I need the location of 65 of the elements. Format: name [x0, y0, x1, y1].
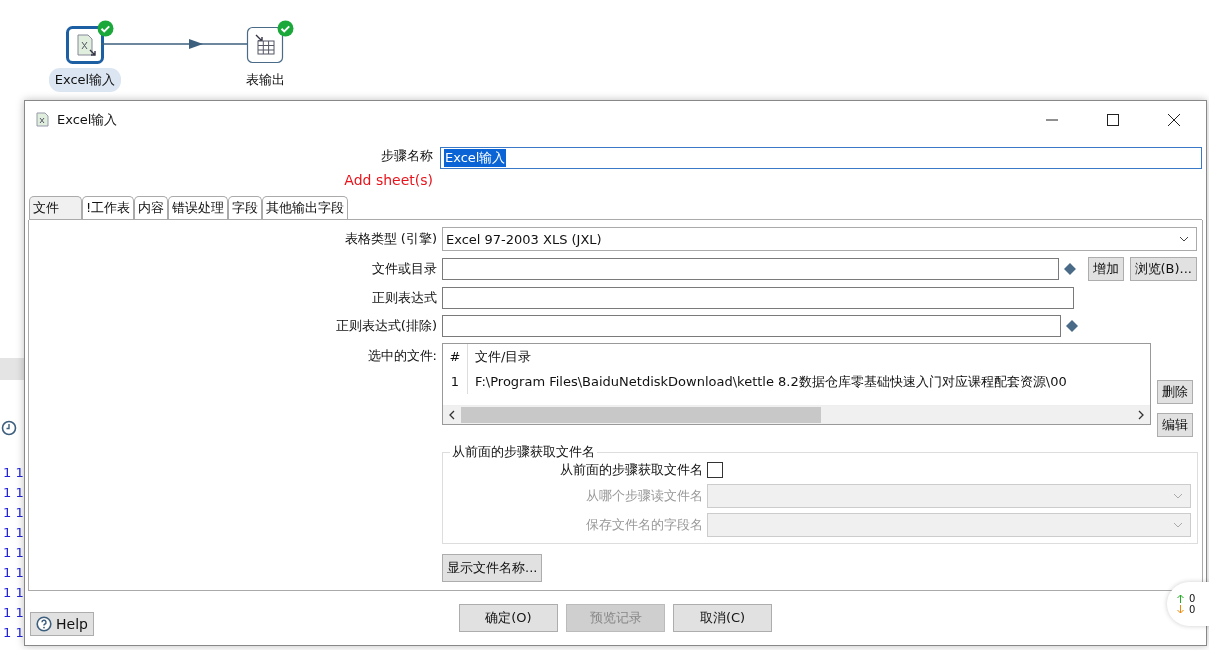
add-button[interactable]: 增加	[1087, 257, 1124, 281]
field-label: 文件或目录	[371, 260, 437, 278]
dialog-button[interactable]: 取消(C)	[673, 604, 772, 632]
speed-text: 0	[1189, 593, 1196, 604]
field-label: 保存文件名的字段名	[585, 516, 703, 534]
show-filenames-button[interactable]: 显示文件名称...	[442, 554, 543, 582]
horizontal-scrollbar[interactable]	[443, 405, 1150, 424]
log-text: 1 1	[3, 504, 24, 521]
log-text: 1 1	[3, 524, 24, 541]
group-title: 从前面的步骤获取文件名	[451, 443, 596, 461]
field-label: 正则表达式	[371, 289, 437, 307]
checkbox[interactable]	[707, 462, 723, 478]
clock-icon[interactable]	[1, 420, 17, 436]
step-label: 表输出	[244, 71, 286, 89]
variable-icon[interactable]	[1066, 320, 1078, 332]
dialog-button[interactable]: 确定(O)	[459, 604, 558, 632]
field-label: 正则表达式(排除)	[334, 317, 437, 335]
tab[interactable]: 其他输出字段	[262, 196, 349, 219]
tab[interactable]: 内容	[134, 196, 169, 219]
close-icon[interactable]	[1168, 114, 1180, 126]
down-arrow-icon	[1177, 605, 1184, 614]
variable-icon[interactable]	[1063, 263, 1076, 275]
step-label: Excel输入	[48, 68, 122, 92]
delete-button[interactable]: 删除	[1157, 380, 1193, 404]
field-label: 选中的文件:	[366, 347, 437, 365]
add-sheets-link[interactable]: Add sheet(s)	[25, 172, 433, 188]
step-node-icon[interactable]	[66, 26, 104, 64]
file-input-field[interactable]	[442, 258, 1059, 280]
up-arrow-icon	[1177, 594, 1184, 603]
panel-header	[0, 358, 24, 380]
log-text: 1 1	[3, 464, 24, 481]
table-cell[interactable]: F:\Program Files\BaiduNetdiskDownload\kettle 8.2数据仓库零基础快速入门对应课程配套资源\00	[468, 372, 1067, 391]
log-text: 1 1	[3, 604, 24, 621]
help-button[interactable]: Help	[30, 612, 94, 636]
tab[interactable]: 字段	[228, 196, 263, 219]
row-number: 1	[443, 369, 468, 394]
log-text: 1 1	[3, 584, 24, 601]
column-header[interactable]: #	[443, 344, 468, 369]
exclude-regex-field[interactable]	[442, 315, 1061, 337]
field-label: 从哪个步骤读文件名	[585, 487, 703, 505]
log-text: 1 1	[3, 544, 24, 561]
log-text: 1 1	[3, 484, 24, 501]
tab[interactable]: !工作表	[82, 196, 135, 219]
scroll-left-icon[interactable]	[449, 410, 455, 420]
maximize-icon[interactable]	[1107, 114, 1119, 126]
speed-text: 0	[1189, 604, 1196, 615]
tab[interactable]: 错误处理	[168, 196, 229, 219]
help-icon	[36, 616, 52, 632]
column-header[interactable]: 文件/目录	[468, 347, 532, 366]
step-name-field[interactable]: Excel输入	[440, 147, 1202, 169]
window-title: Excel输入	[57, 111, 118, 129]
excel-file-icon	[35, 112, 51, 128]
edit-button[interactable]: 编辑	[1157, 413, 1193, 437]
step-node-icon[interactable]	[246, 26, 284, 64]
chevron-down-icon[interactable]	[1179, 236, 1189, 242]
tab[interactable]: 文件	[29, 196, 82, 219]
field-label: 表格类型 (引擎)	[343, 230, 437, 248]
regex-field[interactable]	[442, 287, 1074, 309]
engine-dropdown[interactable]: Excel 97-2003 XLS (JXL)	[442, 227, 1197, 251]
checkbox-label: 从前面的步骤获取文件名	[559, 461, 703, 479]
log-text: 1 1	[3, 624, 24, 641]
scroll-right-icon[interactable]	[1138, 410, 1144, 420]
log-text: 1 1	[3, 564, 24, 581]
step-name-label: 步骤名称	[380, 147, 433, 165]
browse-button[interactable]: 浏览(B)...	[1129, 257, 1197, 281]
